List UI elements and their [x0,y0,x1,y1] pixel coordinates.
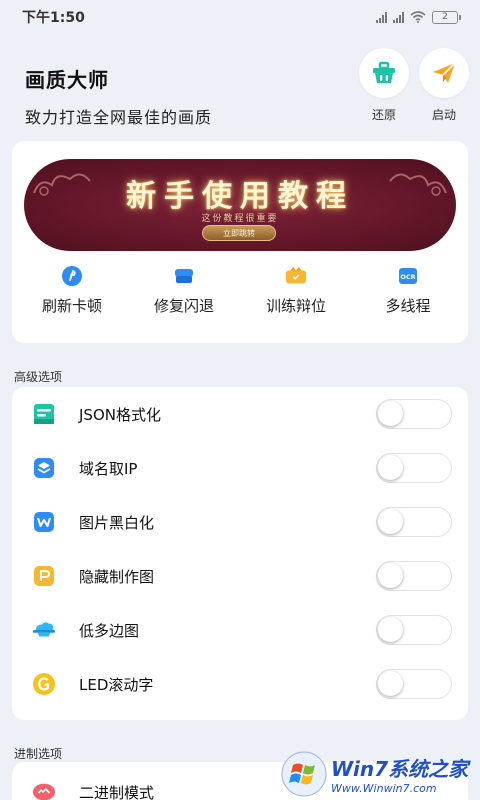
quick-refresh-label: 刷新卡顿 [41,297,102,315]
signal-icon-2 [393,11,404,23]
layers-icon [34,458,54,478]
battery-icon: 2 [432,10,461,24]
toggle-json[interactable] [376,399,452,429]
app-subtitle: 致力打造全网最佳的画质 [25,108,213,127]
windows-logo-icon [281,751,327,797]
binary-section-label: 进制选项 [14,747,63,761]
svg-text:OCR: OCR [400,273,415,281]
quick-training[interactable]: 训练辩位 [244,265,348,315]
toggle-knob [378,617,403,642]
restore-button[interactable]: 还原 [358,48,410,123]
w-doc-icon [34,512,54,532]
wifi-icon [410,11,426,23]
watermark: Win7系统之家 Www.Winwin7.com [281,748,480,800]
toggle-knob [378,455,403,480]
toggle-domain-ip[interactable] [376,453,452,483]
basket-icon [373,61,395,83]
toggle-knob [378,401,403,426]
toggle-grayscale[interactable] [376,507,452,537]
main-card: 新手使用教程 这份教程很重要 立即跳转 刷新卡顿 修复闪退 训练辩位 OCR 多… [12,141,468,343]
setting-label-json: JSON格式化 [79,405,161,424]
advanced-section-label: 高级选项 [14,370,63,384]
training-icon [285,266,307,284]
start-label: 启动 [431,108,456,122]
tutorial-banner[interactable]: 新手使用教程 这份教程很重要 立即跳转 [24,159,456,251]
quick-repair[interactable]: 修复闪退 [132,265,236,315]
signal-icon [376,11,387,23]
toggle-knob [378,509,403,534]
banner-subtitle: 这份教程很重要 [201,214,279,224]
quick-multithread[interactable]: OCR 多线程 [356,265,460,315]
setting-label-led-text: LED滚动字 [79,675,154,694]
status-icons: 2 [376,10,461,24]
ocr-icon: OCR [399,268,417,284]
banner-jump-button[interactable]: 立即跳转 [202,225,276,241]
setting-label-low-poly: 低多边图 [79,621,140,640]
toggle-knob [378,671,403,696]
paper-plane-icon [433,62,456,83]
setting-row-hide-image: 隐藏制作图 [12,549,468,603]
refresh-icon [62,266,82,286]
setting-row-domain-ip: 域名取IP [12,441,468,495]
status-bar: 下午1:50 2 [0,0,480,34]
setting-label-binary: 二进制模式 [79,783,155,800]
toggle-low-poly[interactable] [376,615,452,645]
toggle-knob [378,563,403,588]
setting-row-low-poly: 低多边图 [12,603,468,657]
setting-row-json: JSON格式化 [12,387,468,441]
banner-title: 新手使用教程 [126,179,354,214]
toggle-led-text[interactable] [376,669,452,699]
watermark-title: Win7系统之家 [331,757,469,781]
quick-refresh[interactable]: 刷新卡顿 [20,265,124,315]
setting-label-hide-image: 隐藏制作图 [79,567,155,586]
g-circle-icon [33,673,55,695]
quick-training-label: 训练辩位 [265,297,326,315]
advanced-settings-card: JSON格式化 域名取IP 图片黑白化 隐藏制作图 低多边图 LED滚动字 [12,387,468,720]
toggle-hide-image[interactable] [376,561,452,591]
binary-icon [32,783,56,800]
repair-icon [175,269,193,283]
restore-label: 还原 [371,108,396,122]
cloud-icon [32,622,56,637]
quick-multithread-label: 多线程 [385,297,431,315]
setting-row-grayscale: 图片黑白化 [12,495,468,549]
setting-label-domain-ip: 域名取IP [79,459,138,478]
p-doc-icon [34,566,54,586]
setting-row-led-text: LED滚动字 [12,657,468,711]
start-button[interactable]: 启动 [418,48,470,123]
quick-actions: 刷新卡顿 修复闪退 训练辩位 OCR 多线程 [12,265,468,315]
status-time: 下午1:50 [22,10,85,26]
watermark-url: Www.Winwin7.com [331,782,437,795]
json-icon [34,404,54,424]
app-title: 画质大师 [25,68,109,92]
setting-label-grayscale: 图片黑白化 [79,513,155,532]
start-button-circle[interactable] [419,48,469,98]
quick-repair-label: 修复闪退 [153,297,214,315]
restore-button-circle[interactable] [359,48,409,98]
